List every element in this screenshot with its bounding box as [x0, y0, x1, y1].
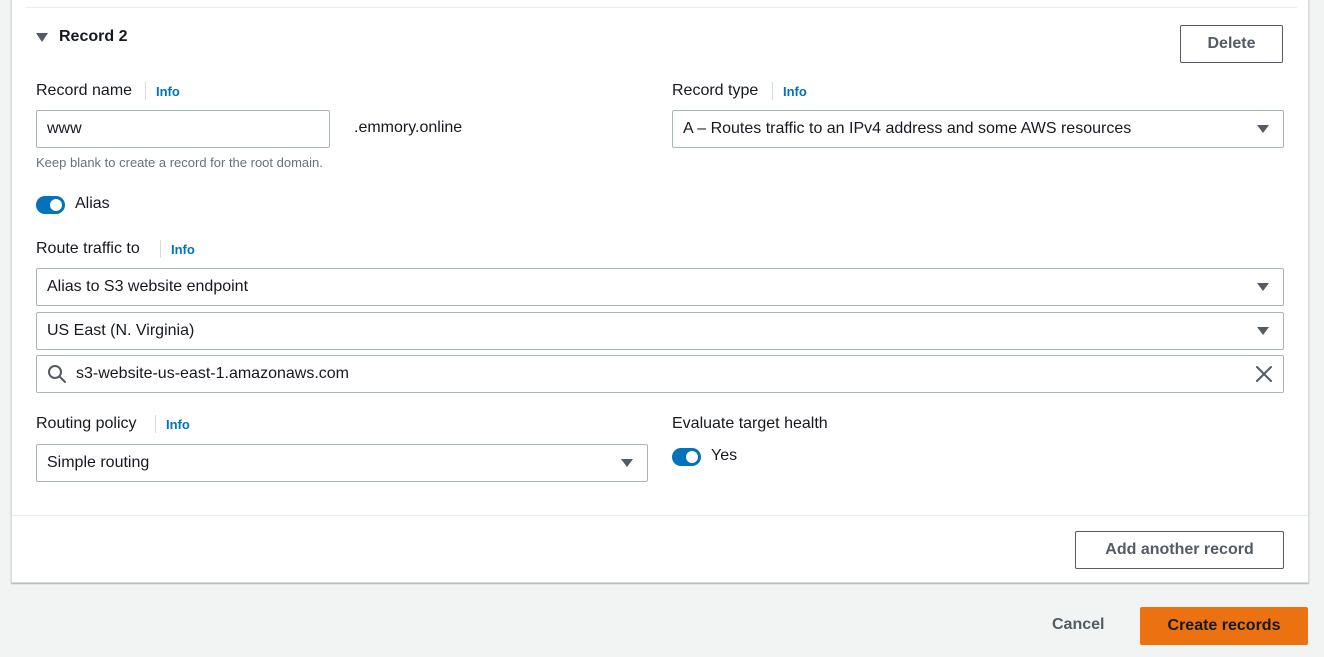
record-toggle[interactable]: Record 2 [36, 28, 127, 46]
search-icon [47, 364, 67, 384]
evaluate-health-yes-label: Yes [711, 447, 738, 464]
region-select[interactable]: US East (N. Virginia) [36, 312, 1284, 350]
region-value: US East (N. Virginia) [47, 322, 195, 339]
record-name-label: Record name [36, 82, 133, 99]
routing-policy-info-link[interactable]: Info [166, 417, 190, 432]
label-separator [772, 82, 773, 100]
toggle-knob [686, 451, 698, 463]
label-separator [155, 415, 156, 433]
record-type-select[interactable]: A – Routes traffic to an IPv4 address an… [672, 110, 1284, 148]
record-type-info-link[interactable]: Info [783, 84, 807, 99]
record-type-label: Record type [672, 82, 759, 99]
endpoint-search-input[interactable]: s3-website-us-east-1.amazonaws.com [36, 355, 1284, 393]
domain-suffix: .emmory.online [354, 119, 463, 136]
routing-policy-select[interactable]: Simple routing [36, 444, 648, 482]
record-name-value: www [47, 120, 82, 137]
toggle-knob [50, 199, 62, 211]
record-name-label-row: Record name [36, 82, 132, 100]
caret-down-icon [1257, 125, 1269, 133]
record-name-hint: Keep blank to create a record for the ro… [36, 155, 323, 170]
endpoint-type-select[interactable]: Alias to S3 website endpoint [36, 268, 1284, 306]
clear-icon[interactable] [1255, 365, 1273, 383]
delete-button[interactable]: Delete [1180, 25, 1283, 63]
top-divider [25, 7, 1297, 8]
cancel-button[interactable]: Cancel [1052, 616, 1104, 634]
record-name-input[interactable]: www [36, 110, 330, 148]
record-type-value: A – Routes traffic to an IPv4 address an… [683, 120, 1132, 137]
endpoint-type-value: Alias to S3 website endpoint [47, 278, 249, 295]
alias-label: Alias [75, 195, 110, 212]
route-traffic-info-link[interactable]: Info [171, 242, 195, 257]
routing-policy-label: Routing policy [36, 415, 137, 432]
routing-policy-value: Simple routing [47, 454, 150, 471]
evaluate-health-label: Evaluate target health [672, 415, 828, 432]
alias-toggle[interactable] [36, 196, 65, 214]
record-name-info-link[interactable]: Info [156, 84, 180, 99]
evaluate-health-toggle[interactable] [672, 448, 701, 466]
caret-down-icon [36, 32, 48, 42]
add-another-record-button[interactable]: Add another record [1075, 531, 1284, 569]
panel-footer-divider [12, 515, 1308, 516]
record-title: Record 2 [59, 28, 128, 45]
route-traffic-label: Route traffic to [36, 240, 140, 257]
caret-down-icon [1257, 283, 1269, 291]
create-records-button[interactable]: Create records [1140, 607, 1308, 645]
caret-down-icon [1257, 327, 1269, 335]
endpoint-search-value: s3-website-us-east-1.amazonaws.com [76, 365, 349, 382]
caret-down-icon [621, 459, 633, 467]
label-separator [160, 240, 161, 258]
label-separator [145, 82, 146, 100]
